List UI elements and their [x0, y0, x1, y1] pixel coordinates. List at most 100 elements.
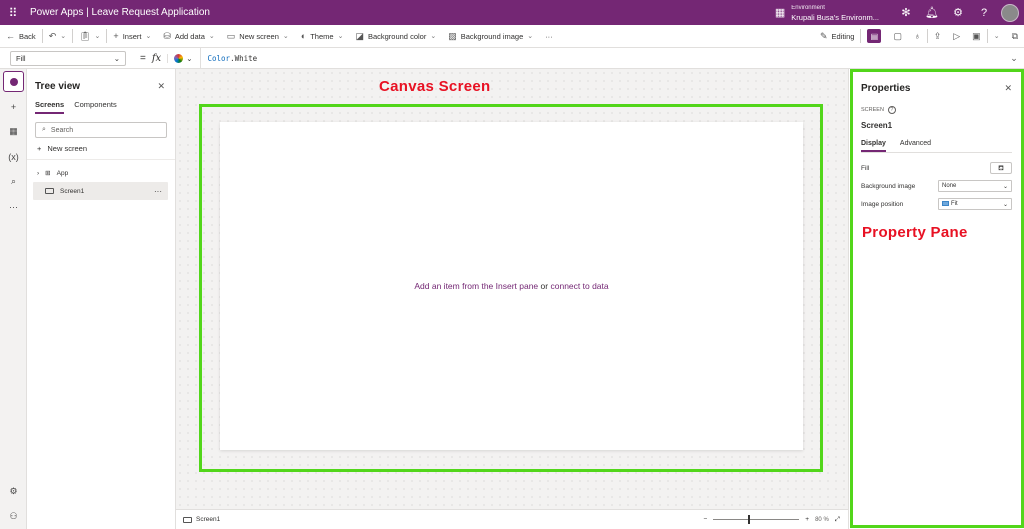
help-icon[interactable]: ?: [971, 0, 997, 25]
chevron-down-icon: ⌄: [113, 53, 120, 63]
zoom-controls: − + 80 % ⤢: [704, 515, 840, 524]
copilot-icon[interactable]: ✻: [893, 0, 919, 25]
save-options-button[interactable]: ⌄: [988, 25, 1006, 48]
environment-icon: ▦: [774, 7, 786, 19]
app-checker-button[interactable]: ♁: [908, 25, 927, 48]
zoom-in-button[interactable]: +: [805, 516, 809, 523]
back-icon: ←: [6, 31, 15, 41]
add-data-button[interactable]: ⛁ Add data ⌄: [157, 25, 220, 48]
tree-view-title: Tree view: [35, 81, 81, 92]
account-rail-button[interactable]: ⚇: [0, 504, 27, 529]
status-bar: Screen1 − + 80 % ⤢: [176, 509, 848, 529]
waffle-icon[interactable]: ⠿: [0, 0, 26, 25]
chevron-down-icon: ⌄: [430, 33, 437, 40]
paste-button[interactable]: 📋︎ ⌄: [73, 25, 106, 48]
tree-search-input[interactable]: ⌕ Search: [35, 122, 167, 138]
expand-icon[interactable]: ⤢: [835, 516, 840, 524]
more-rail-button[interactable]: ···: [0, 194, 27, 219]
equals-sign: =: [140, 52, 146, 64]
avatar[interactable]: [1001, 3, 1019, 22]
control-kind: SCREEN ?: [861, 106, 1012, 114]
background-image-dropdown[interactable]: None ⌄: [938, 180, 1012, 192]
zoom-out-button[interactable]: −: [704, 516, 708, 523]
more-icon[interactable]: ···: [154, 187, 162, 196]
insert-button[interactable]: + Insert ⌄: [107, 25, 157, 48]
data-rail-button[interactable]: ▦: [0, 119, 27, 144]
image-position-dropdown[interactable]: Fit ⌄: [938, 198, 1012, 210]
chevron-down-icon: ⌄: [145, 33, 152, 40]
plus-icon: +: [113, 31, 119, 41]
search-placeholder: Search: [50, 126, 74, 134]
new-screen-link[interactable]: + New screen: [27, 138, 175, 160]
background-color-button[interactable]: ◪ Background color ⌄: [349, 25, 442, 48]
background-color-label: Background color: [367, 31, 427, 41]
fill-color-picker[interactable]: ⛾: [990, 162, 1012, 174]
image-position-row: Image position Fit ⌄: [861, 198, 1012, 210]
theme-icon: ◐: [300, 31, 307, 41]
tree-item-app[interactable]: › ⊞ App: [27, 164, 175, 182]
property-dropdown[interactable]: Fill ⌄: [10, 50, 126, 66]
save-button[interactable]: ▣: [966, 25, 987, 48]
more-commands-button[interactable]: ···: [539, 25, 559, 48]
tab-advanced[interactable]: Advanced: [900, 140, 931, 152]
expand-formula-button[interactable]: ⌄: [1004, 53, 1024, 64]
left-rail-bottom: ⚙ ⚇: [0, 479, 27, 529]
zoom-slider-thumb[interactable]: [747, 515, 750, 524]
share-button[interactable]: ⇪: [928, 25, 948, 48]
insert-rail-button[interactable]: +: [0, 94, 27, 119]
environment-label: Environment: [791, 4, 825, 11]
theme-button[interactable]: ◐ Theme ⌄: [295, 25, 350, 48]
tree-item-label: Screen1: [60, 187, 85, 195]
new-screen-button[interactable]: ▭ New screen ⌄: [221, 25, 295, 48]
connect-data-link[interactable]: connect to data: [550, 281, 608, 291]
comments-button[interactable]: ▢: [887, 25, 908, 48]
gear-icon[interactable]: ⚙: [945, 0, 971, 25]
tree-item-screen1[interactable]: Screen1 ···: [33, 182, 168, 200]
control-name[interactable]: Screen1: [861, 121, 1012, 130]
play-button[interactable]: ▷: [947, 25, 966, 48]
tab-components[interactable]: Components: [74, 100, 117, 114]
view-mode-button[interactable]: ▤: [861, 25, 887, 48]
fill-bucket-icon: ◪: [355, 30, 364, 41]
back-label: Back: [19, 31, 36, 41]
image-position-value: Fit: [951, 201, 958, 208]
canvas-highlight-frame: Add an item from the Insert pane or conn…: [199, 104, 823, 472]
help-icon[interactable]: ?: [887, 106, 896, 114]
background-image-button[interactable]: ▨ Background image ⌄: [442, 25, 539, 48]
background-image-label: Background image: [460, 31, 524, 41]
tree-view-header: Tree view ✕: [27, 69, 175, 92]
settings-rail-button[interactable]: ⚙: [0, 479, 27, 504]
close-icon[interactable]: ✕: [157, 81, 165, 92]
variables-rail-button[interactable]: (x): [0, 144, 27, 169]
bell-icon[interactable]: 🔔︎: [919, 0, 945, 25]
search-rail-button[interactable]: ⌕: [0, 169, 27, 194]
app-name[interactable]: Power Apps: [30, 7, 83, 18]
tree-view-button[interactable]: [3, 71, 24, 92]
formula-input[interactable]: Color .White: [200, 47, 1004, 69]
chevron-right-icon[interactable]: ›: [37, 170, 39, 177]
back-button[interactable]: ← Back: [0, 25, 42, 48]
chevron-down-icon: ⌄: [208, 33, 215, 40]
empty-or: or: [540, 281, 549, 291]
screen1-canvas[interactable]: Add an item from the Insert pane or conn…: [220, 122, 803, 450]
current-screen-indicator[interactable]: Screen1: [183, 516, 220, 523]
share-icon: ⇪: [933, 30, 942, 41]
publish-icon: ⧉: [1011, 30, 1018, 41]
screen-icon: ▭: [226, 30, 236, 41]
copilot-formula-button[interactable]: ⌄: [167, 53, 193, 63]
formula-object: Color: [207, 53, 231, 63]
insert-pane-link[interactable]: Add an item from the Insert pane: [414, 281, 538, 291]
fx-icon[interactable]: fx: [152, 53, 161, 64]
publish-button[interactable]: ⧉: [1006, 25, 1024, 48]
fill-row: Fill ⛾: [861, 162, 1012, 174]
chevron-down-icon: ⌄: [993, 33, 1000, 40]
zoom-slider[interactable]: [713, 515, 800, 524]
environment-picker[interactable]: ▦ Environment Krupali Busa's Environm...: [775, 4, 879, 22]
undo-button[interactable]: ↶ ⌄: [43, 25, 72, 48]
chevron-down-icon: ⌄: [186, 53, 193, 63]
add-data-label: Add data: [174, 31, 205, 41]
close-icon[interactable]: ✕: [1004, 83, 1012, 94]
editing-toggle[interactable]: ✎ Editing: [814, 25, 860, 48]
tab-display[interactable]: Display: [861, 140, 886, 152]
tab-screens[interactable]: Screens: [35, 100, 65, 114]
